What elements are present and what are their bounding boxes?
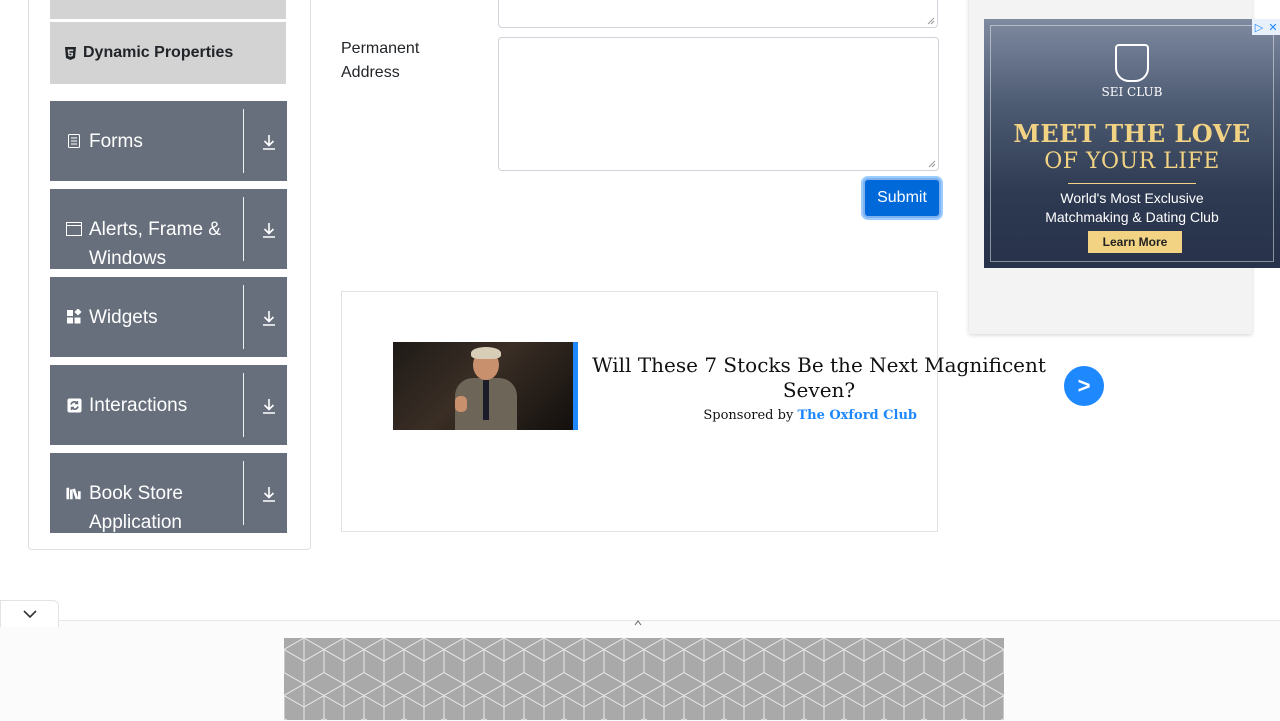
chevron-up-icon[interactable] xyxy=(629,619,647,627)
sidebar-group-label: Forms xyxy=(89,130,143,152)
cube-pattern xyxy=(284,638,1004,720)
ad-logo: SEI CLUB xyxy=(1100,44,1164,99)
sponsored-by: Sponsored by The Oxford Club xyxy=(703,408,917,423)
sidebar-group-widgets[interactable]: Widgets xyxy=(50,277,287,357)
divider xyxy=(243,285,244,349)
divider xyxy=(243,461,244,525)
ad-body-1: World's Most Exclusive xyxy=(1060,190,1204,206)
ad-choices[interactable]: ▷ ✕ xyxy=(1252,19,1280,35)
ad-headline-1: MEET THE LOVE xyxy=(1013,119,1251,148)
sidebar-item-label: Dynamic Properties xyxy=(83,44,234,61)
sidebar-group-book-store[interactable]: Book Store Application xyxy=(50,453,287,533)
sidebar-group-interactions[interactable]: Interactions xyxy=(50,365,287,445)
bottom-ad-banner[interactable] xyxy=(284,638,1004,720)
download-icon[interactable] xyxy=(253,129,285,155)
sidebar-group-label-line2: Windows xyxy=(89,248,167,269)
ad-close-icon[interactable]: ✕ xyxy=(1266,19,1280,35)
chevron-down-icon xyxy=(22,610,37,618)
divider xyxy=(243,373,244,437)
permanent-address-textarea[interactable] xyxy=(498,37,939,171)
sponsored-title[interactable]: Will These 7 Stocks Be the Next Magnific… xyxy=(588,353,1050,403)
sidebar-group-alerts[interactable]: Alerts, Frame & Windows xyxy=(50,189,287,269)
sponsored-next-button[interactable]: > xyxy=(1064,366,1104,406)
submit-button[interactable]: Submit xyxy=(863,178,941,218)
window-icon xyxy=(66,221,82,237)
sidebar-subitem-prev[interactable] xyxy=(50,0,286,19)
html5-icon xyxy=(65,46,77,60)
download-icon[interactable] xyxy=(253,305,285,331)
download-icon[interactable] xyxy=(253,481,285,507)
sponsored-image[interactable] xyxy=(393,342,573,430)
sidebar-group-label: Widgets xyxy=(89,306,158,328)
download-icon[interactable] xyxy=(253,217,285,243)
permanent-address-label: Permanent Address xyxy=(341,40,420,81)
ad-body-2: Matchmaking & Dating Club xyxy=(1045,209,1219,225)
sponsor-name-link[interactable]: The Oxford Club xyxy=(797,408,917,423)
sponsored-accent-bar xyxy=(573,342,578,430)
collapse-ad-button[interactable] xyxy=(0,600,59,627)
right-ad-banner[interactable]: SEI CLUB MEET THE LOVE OF YOUR LIFE Worl… xyxy=(984,19,1280,268)
ad-headline-2: OF YOUR LIFE xyxy=(1044,149,1220,174)
download-icon[interactable] xyxy=(253,393,285,419)
sidebar-group-forms[interactable]: Forms xyxy=(50,101,287,181)
divider xyxy=(243,197,244,261)
form-icon xyxy=(66,133,82,149)
sidebar-group-label-line2: Application xyxy=(89,512,182,533)
crest-icon xyxy=(1115,44,1149,82)
sidebar-item-dynamic-properties[interactable]: Dynamic Properties xyxy=(50,22,286,84)
ad-divider xyxy=(1068,183,1196,184)
adchoices-icon[interactable]: ▷ xyxy=(1252,19,1266,35)
resize-handle-icon[interactable] xyxy=(928,160,936,168)
ad-brand: SEI CLUB xyxy=(1101,85,1163,99)
sidebar-group-label: Book Store xyxy=(89,483,183,504)
interactions-icon xyxy=(66,397,82,413)
sidebar-group-label: Alerts, Frame & xyxy=(89,219,221,240)
widgets-icon xyxy=(66,309,82,325)
divider xyxy=(243,109,244,173)
current-address-textarea[interactable] xyxy=(498,0,938,28)
resize-handle-icon[interactable] xyxy=(927,17,935,25)
ad-learn-more-button[interactable]: Learn More xyxy=(1088,231,1182,253)
sidebar-group-label: Interactions xyxy=(89,394,188,416)
books-icon xyxy=(66,485,82,501)
